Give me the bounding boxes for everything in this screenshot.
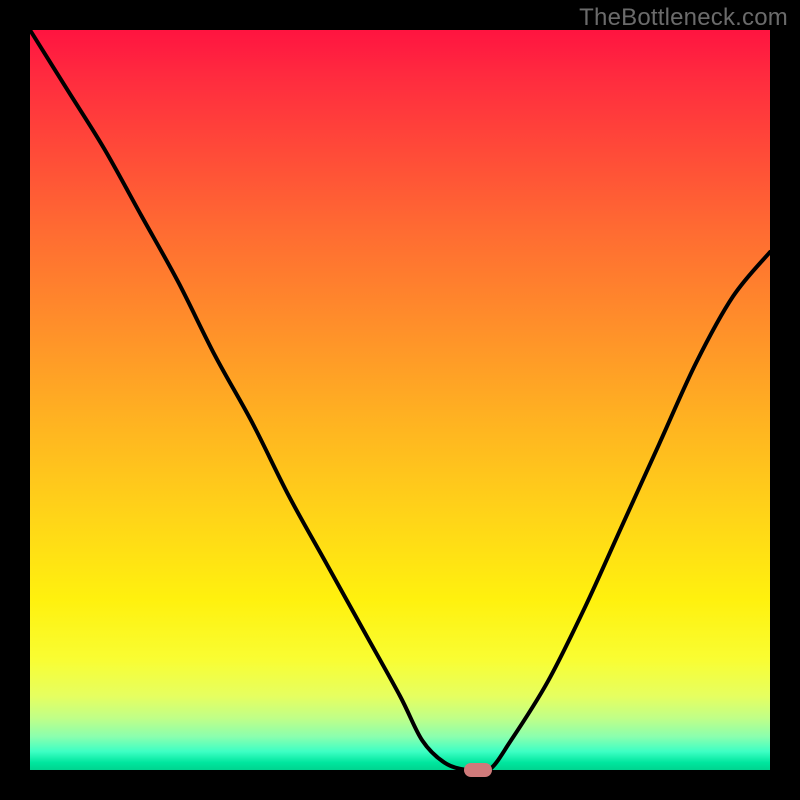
- plot-area: [30, 30, 770, 770]
- watermark-text: TheBottleneck.com: [579, 4, 788, 32]
- chart-frame: TheBottleneck.com: [0, 0, 800, 800]
- optimal-marker: [464, 763, 492, 777]
- bottleneck-curve: [30, 30, 770, 770]
